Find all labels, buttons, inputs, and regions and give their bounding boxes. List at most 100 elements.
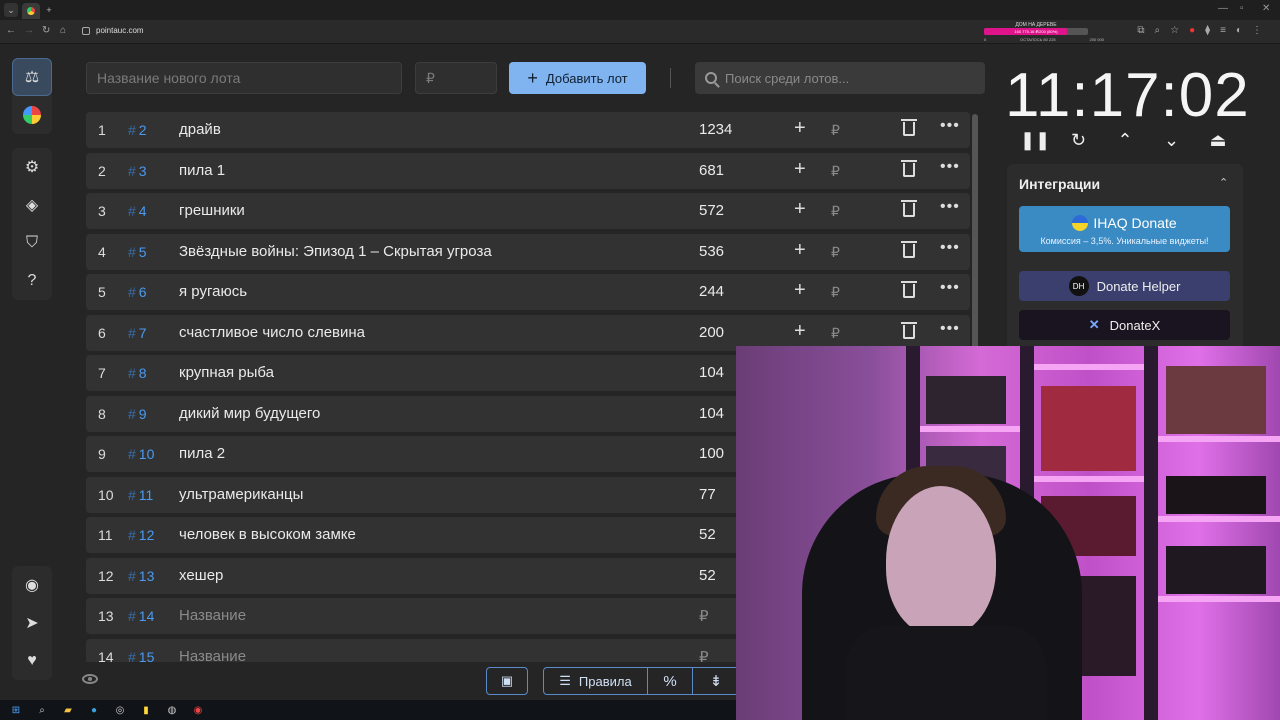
lot-amount[interactable]: 244	[699, 283, 724, 300]
add-amount-icon[interactable]: +	[794, 158, 806, 181]
reload-icon[interactable]: ↻	[42, 25, 50, 36]
add-amount-icon[interactable]: +	[794, 198, 806, 221]
pause-icon[interactable]: ❚❚	[1020, 130, 1050, 151]
trash-icon[interactable]	[901, 281, 917, 298]
sidebar-item-security[interactable]: ⛉	[12, 224, 52, 262]
maximize-icon[interactable]: ▫	[1240, 3, 1244, 14]
sidebar-item-telegram[interactable]: ➤	[12, 604, 52, 642]
lot-name[interactable]: счастливое число слевина	[179, 324, 365, 341]
rub-amount-input[interactable]: ₽	[831, 122, 840, 139]
lot-id[interactable]: #7	[128, 325, 147, 341]
lot-id[interactable]: #9	[128, 406, 147, 422]
lot-id[interactable]: #14	[128, 608, 154, 624]
lot-id[interactable]: #12	[128, 527, 154, 543]
lot-name[interactable]: драйв	[179, 121, 221, 138]
lot-name[interactable]: дикий мир будущего	[179, 405, 320, 422]
lot-id[interactable]: #3	[128, 163, 147, 179]
lot-amount[interactable]: 681	[699, 162, 724, 179]
lot-name[interactable]: грешники	[179, 202, 245, 219]
translate-icon[interactable]: ⧉	[1137, 25, 1144, 36]
rub-amount-input[interactable]: ₽	[831, 163, 840, 180]
media-icon[interactable]: ≡	[1220, 25, 1226, 36]
lot-amount[interactable]: ₽	[699, 607, 709, 625]
site-info-icon[interactable]	[82, 27, 90, 35]
lot-amount[interactable]: 1234	[699, 121, 732, 138]
lot-name[interactable]: Название	[179, 607, 246, 624]
donatex-button[interactable]: ✕ DonateX	[1019, 310, 1230, 340]
lot-amount[interactable]: 77	[699, 486, 716, 503]
search-input[interactable]: Поиск среди лотов...	[695, 62, 985, 94]
more-icon[interactable]: •••	[940, 158, 960, 176]
reset-icon[interactable]: ↻	[1067, 130, 1091, 151]
percent-button[interactable]: %	[647, 667, 693, 695]
lot-row[interactable]: 5 #6 я ругаюсь 244 + ₽ •••	[86, 274, 970, 310]
new-tab-icon[interactable]: +	[42, 3, 56, 17]
lot-amount[interactable]: 104	[699, 364, 724, 381]
new-lot-name-input[interactable]: Название нового лота	[86, 62, 402, 94]
tab-list-icon[interactable]: ⌄	[4, 3, 18, 17]
save-button[interactable]: ▣	[486, 667, 528, 695]
app-icon[interactable]: ▮	[138, 705, 154, 716]
lot-list-scrollbar[interactable]	[972, 114, 978, 384]
back-icon[interactable]: ←	[6, 25, 16, 36]
minimize-icon[interactable]: —	[1218, 3, 1228, 14]
split-button[interactable]: ⇟	[692, 667, 740, 695]
lot-amount[interactable]: 104	[699, 405, 724, 422]
lot-amount[interactable]: 572	[699, 202, 724, 219]
more-icon[interactable]: •••	[940, 239, 960, 257]
rub-amount-input[interactable]: ₽	[831, 284, 840, 301]
extension-icon[interactable]: ●	[1189, 25, 1195, 36]
rules-button[interactable]: ☰ Правила	[543, 667, 648, 695]
sidebar-item-settings[interactable]: ⚙	[12, 148, 52, 186]
chrome-app-icon[interactable]: ◎	[112, 705, 128, 716]
lot-row[interactable]: 2 #3 пила 1 681 + ₽ •••	[86, 152, 970, 189]
lot-id[interactable]: #8	[128, 365, 147, 381]
eject-icon[interactable]: ⏏	[1206, 130, 1230, 151]
lot-amount[interactable]: 100	[699, 445, 724, 462]
close-window-icon[interactable]: ✕	[1262, 3, 1270, 14]
sidebar-item-github[interactable]: ◉	[12, 566, 52, 604]
trash-icon[interactable]	[901, 321, 917, 339]
rub-amount-input[interactable]: ₽	[831, 325, 840, 342]
forward-icon[interactable]: →	[24, 25, 34, 36]
rub-amount-input[interactable]: ₽	[831, 244, 840, 261]
donate-helper-button[interactable]: DH Donate Helper	[1019, 271, 1230, 301]
add-amount-icon[interactable]: +	[794, 239, 806, 262]
lot-name[interactable]: пила 1	[179, 162, 225, 179]
lot-amount[interactable]: ₽	[699, 648, 709, 663]
bookmark-icon[interactable]: ☆	[1170, 25, 1179, 36]
lot-name[interactable]: Звёздные войны: Эпизод 1 – Скрытая угроз…	[179, 243, 492, 260]
sidebar-item-auction[interactable]: ⚖	[12, 58, 52, 96]
rub-amount-input[interactable]: ₽	[831, 203, 840, 220]
lot-amount[interactable]: 536	[699, 243, 724, 260]
windows-start-icon[interactable]: ⊞	[8, 705, 24, 716]
more-icon[interactable]: •••	[940, 279, 960, 297]
add-amount-icon[interactable]: +	[794, 279, 806, 302]
trash-icon[interactable]	[901, 240, 917, 258]
lot-name[interactable]: ультрамериканцы	[179, 486, 303, 503]
lot-id[interactable]: #13	[128, 568, 154, 584]
url-text[interactable]: pointauc.com	[96, 26, 144, 35]
sidebar-item-help[interactable]: ?	[12, 262, 52, 300]
lot-row[interactable]: 3 #4 грешники 572 + ₽ •••	[86, 193, 970, 229]
file-explorer-icon[interactable]: ▰	[60, 705, 76, 716]
add-amount-icon[interactable]: +	[794, 117, 806, 140]
trash-icon[interactable]	[901, 200, 917, 217]
lot-amount[interactable]: 52	[699, 526, 716, 543]
lot-row[interactable]: 4 #5 Звёздные войны: Эпизод 1 – Скрытая уг…	[86, 233, 970, 270]
lot-id[interactable]: #5	[128, 244, 147, 260]
lot-name[interactable]: я ругаюсь	[179, 283, 247, 300]
menu-icon[interactable]: ⋮	[1252, 25, 1262, 36]
more-icon[interactable]: •••	[940, 198, 960, 216]
lot-id[interactable]: #4	[128, 203, 147, 219]
browser-tab[interactable]	[22, 3, 40, 19]
lot-amount[interactable]: 52	[699, 567, 716, 584]
lot-name[interactable]: Название	[179, 648, 246, 663]
zoom-icon[interactable]: ⌕	[1155, 25, 1161, 36]
lot-amount[interactable]: 200	[699, 324, 724, 341]
add-lot-button[interactable]: + Добавить лот	[509, 62, 646, 94]
new-lot-price-input[interactable]: ₽	[415, 62, 497, 94]
lot-name[interactable]: пила 2	[179, 445, 225, 462]
lot-id[interactable]: #2	[128, 122, 147, 138]
sidebar-item-history[interactable]: ◈	[12, 186, 52, 224]
